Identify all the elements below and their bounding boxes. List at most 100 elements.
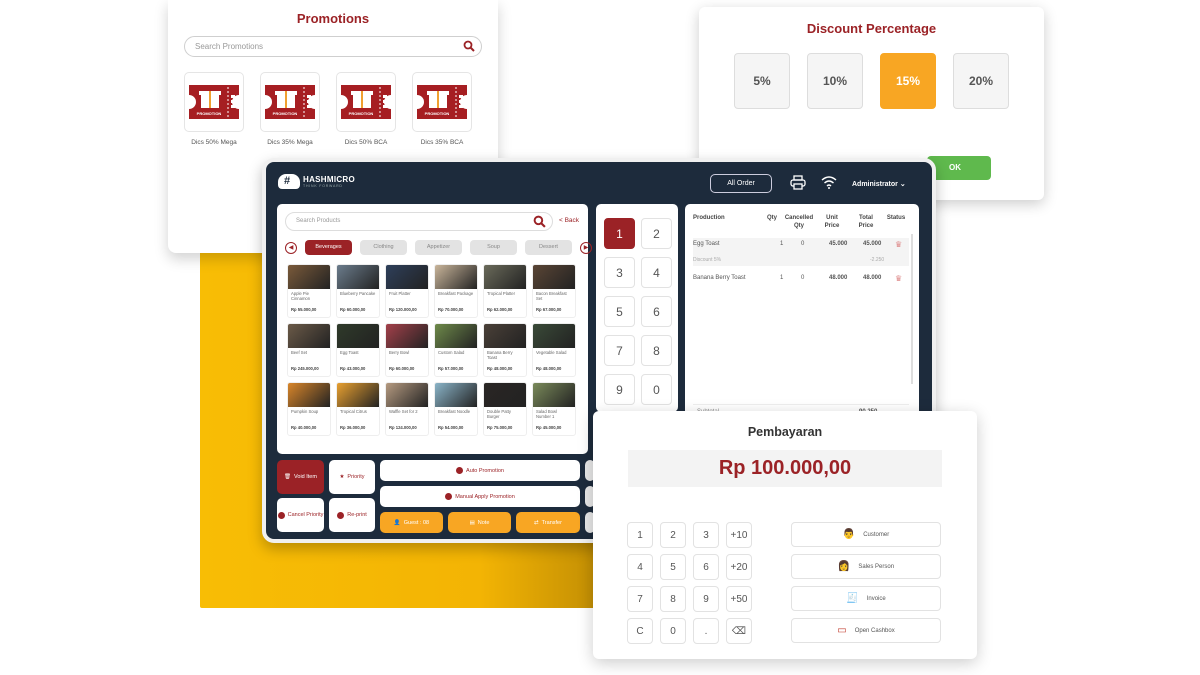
product-name: Tropical Citrus: [340, 409, 367, 414]
payment-key[interactable]: +10: [726, 522, 752, 548]
all-order-button[interactable]: All Order: [710, 174, 772, 193]
discount-option-15-percent[interactable]: 15%: [880, 53, 936, 109]
guest-button[interactable]: 👤 Guest : 08: [380, 512, 443, 533]
product-card[interactable]: Egg Toast Rp 43.000,00: [336, 323, 380, 377]
void-item-button[interactable]: 🗑 Void Item: [277, 460, 324, 494]
numpad-key-2[interactable]: 2: [641, 218, 672, 249]
ok-button[interactable]: OK: [927, 156, 991, 180]
product-card[interactable]: Tropical Platter Rp 62.000,00: [483, 264, 527, 318]
priority-button[interactable]: ★ Priority: [329, 460, 375, 494]
category-tab-clothing[interactable]: Clothing: [360, 240, 407, 255]
open-cashbox-button[interactable]: ▭ Open Cashbox: [791, 618, 941, 643]
numpad-key-7[interactable]: 7: [604, 335, 635, 366]
promotion-ticket[interactable]: PROMOTION: [336, 72, 396, 132]
product-search-input[interactable]: Search Products: [285, 212, 553, 231]
back-link[interactable]: < Back: [559, 217, 579, 224]
top-bar: # HASHMICRO THINK FORWARD All Order Admi…: [266, 162, 932, 202]
order-scrollbar[interactable]: [911, 234, 913, 384]
category-tab-soup[interactable]: Soup: [470, 240, 517, 255]
user-menu[interactable]: Administrator ⌄: [852, 180, 906, 188]
payment-key[interactable]: 9: [693, 586, 719, 612]
search-icon[interactable]: [533, 215, 546, 228]
search-icon[interactable]: [463, 40, 475, 52]
printer-icon[interactable]: [790, 175, 806, 190]
wifi-icon[interactable]: [821, 175, 837, 189]
payment-key[interactable]: 2: [660, 522, 686, 548]
product-image: [288, 324, 330, 348]
promotions-search-input[interactable]: Search Promotions: [184, 36, 482, 57]
category-tab-beverages[interactable]: Beverages: [305, 240, 352, 255]
product-card[interactable]: Beef Set Rp 245.000,00: [287, 323, 331, 377]
payment-key[interactable]: 0: [660, 618, 686, 644]
payment-key[interactable]: 8: [660, 586, 686, 612]
chef-hat-status-icon[interactable]: ♛: [895, 274, 902, 283]
promotion-item[interactable]: PROMOTION Dics 35% Mega: [260, 72, 320, 146]
promotion-ticket[interactable]: PROMOTION: [184, 72, 244, 132]
product-card[interactable]: Bacon Breakfast Set Rp 67.000,00: [532, 264, 576, 318]
category-tab-appetizer[interactable]: Appetizer: [415, 240, 462, 255]
discount-option-10-percent[interactable]: 10%: [807, 53, 863, 109]
transfer-button[interactable]: ⇄ Transfer: [516, 512, 580, 533]
payment-key[interactable]: +50: [726, 586, 752, 612]
product-image: [435, 383, 477, 407]
product-card[interactable]: Berry Bowl Rp 60.000,00: [385, 323, 429, 377]
product-card[interactable]: Breakfast Noodle Rp 54.000,00: [434, 382, 478, 436]
product-card[interactable]: Breakfast Package Rp 70.000,00: [434, 264, 478, 318]
product-card[interactable]: Fruit Platter Rp 120.000,00: [385, 264, 429, 318]
product-name: Apple Pie Cinnamon: [291, 291, 311, 301]
gift-ticket-icon: PROMOTION: [341, 85, 391, 119]
category-next-button[interactable]: ▶: [580, 241, 592, 254]
note-button[interactable]: ▤ Note: [448, 512, 511, 533]
product-card[interactable]: Tropical Citrus Rp 36.000,00: [336, 382, 380, 436]
payment-key[interactable]: 4: [627, 554, 653, 580]
product-card[interactable]: Pumpkin Soup Rp 40.000,00: [287, 382, 331, 436]
payment-key[interactable]: 6: [693, 554, 719, 580]
product-card[interactable]: Banana Berry Toast Rp 48.000,00: [483, 323, 527, 377]
discount-option-5-percent[interactable]: 5%: [734, 53, 790, 109]
invoice-label: Invoice: [866, 595, 886, 602]
order-row[interactable]: Egg Toast 1 0 45.000 45.000 ♛ Discount 5% -2.25…: [693, 238, 909, 266]
promotion-ticket[interactable]: PROMOTION: [412, 72, 472, 132]
chef-hat-status-icon[interactable]: ♛: [895, 240, 902, 249]
promotion-item[interactable]: PROMOTION Dics 50% Mega: [184, 72, 244, 146]
product-card[interactable]: Vegetable Salad Rp 48.000,00: [532, 323, 576, 377]
product-card[interactable]: Custom Salad Rp 57.000,00: [434, 323, 478, 377]
payment-key[interactable]: C: [627, 618, 653, 644]
order-row[interactable]: Banana Berry Toast 1 0 48.000 48.000 ♛: [693, 272, 909, 292]
backspace-icon[interactable]: ⌫: [726, 618, 752, 644]
auto-promotion-button[interactable]: Auto Promotion: [380, 460, 580, 481]
payment-key[interactable]: 7: [627, 586, 653, 612]
product-card[interactable]: Double Patty Burger Rp 75.000,00: [483, 382, 527, 436]
manual-apply-promotion-button[interactable]: Manual Apply Promotion: [380, 486, 580, 507]
numpad-key-3[interactable]: 3: [604, 257, 635, 288]
category-tab-dessert[interactable]: Dessert: [525, 240, 572, 255]
product-card[interactable]: Salad Bowl Number 1 Rp 45.000,00: [532, 382, 576, 436]
product-card[interactable]: Apple Pie Cinnamon Rp 55.000,00: [287, 264, 331, 318]
numpad-key-9[interactable]: 9: [604, 374, 635, 405]
customer-button[interactable]: 👨 Customer: [791, 522, 941, 547]
discount-option-20-percent[interactable]: 20%: [953, 53, 1009, 109]
product-card[interactable]: Blueberry Pancake Rp 60.000,00: [336, 264, 380, 318]
payment-key[interactable]: .: [693, 618, 719, 644]
promotion-label: Dics 50% Mega: [191, 139, 237, 146]
numpad-key-1[interactable]: 1: [604, 218, 635, 249]
numpad-key-0[interactable]: 0: [641, 374, 672, 405]
payment-key[interactable]: +20: [726, 554, 752, 580]
invoice-button[interactable]: 🧾 Invoice: [791, 586, 941, 611]
promotion-ticket[interactable]: PROMOTION: [260, 72, 320, 132]
reprint-button[interactable]: Re-print: [329, 498, 375, 532]
payment-key[interactable]: 5: [660, 554, 686, 580]
product-card[interactable]: Waffle Set for 2 Rp 124.000,00: [385, 382, 429, 436]
payment-key[interactable]: 1: [627, 522, 653, 548]
numpad-key-6[interactable]: 6: [641, 296, 672, 327]
numpad-key-5[interactable]: 5: [604, 296, 635, 327]
numpad-key-4[interactable]: 4: [641, 257, 672, 288]
promotion-item[interactable]: PROMOTION Dics 50% BCA: [336, 72, 396, 146]
numpad-key-8[interactable]: 8: [641, 335, 672, 366]
category-prev-button[interactable]: ◀: [285, 241, 297, 254]
sales-person-button[interactable]: 👩 Sales Person: [791, 554, 941, 579]
cancel-priority-button[interactable]: Cancel Priority: [277, 498, 324, 532]
payment-key[interactable]: 3: [693, 522, 719, 548]
product-image: [533, 383, 575, 407]
promotion-item[interactable]: PROMOTION Dics 35% BCA: [412, 72, 472, 146]
